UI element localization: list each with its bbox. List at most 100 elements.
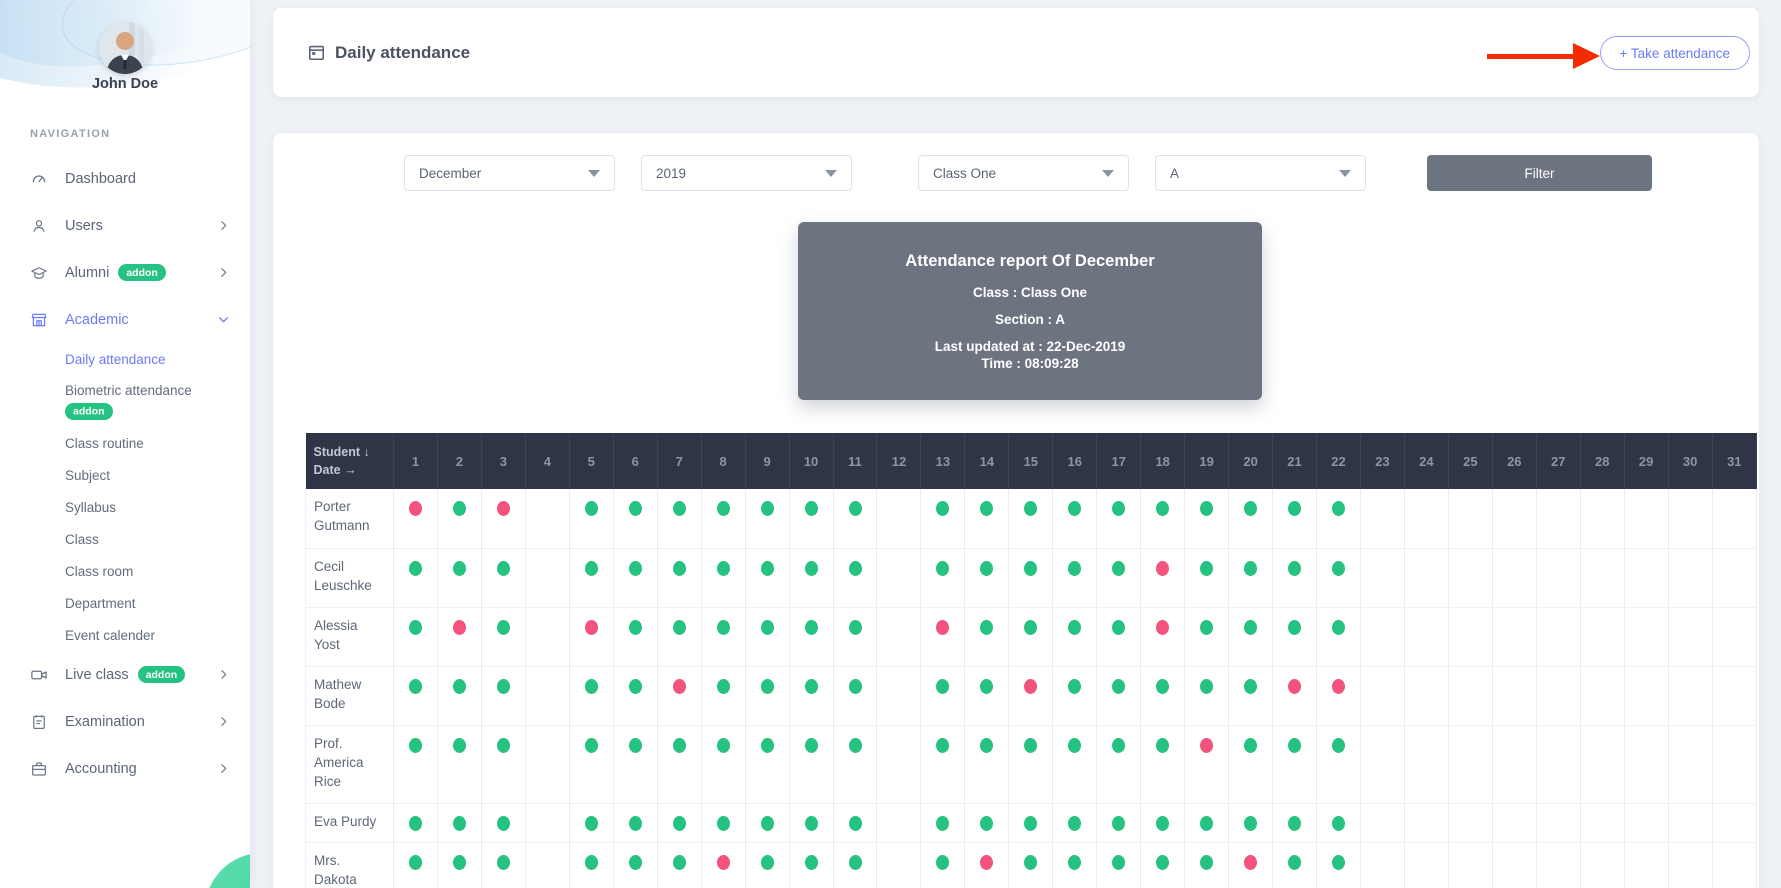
present-dot-icon (849, 855, 862, 870)
attendance-cell-day-12 (877, 607, 921, 666)
attendance-cell-day-6 (613, 548, 657, 607)
present-dot-icon (673, 738, 686, 753)
present-dot-icon (1200, 816, 1213, 831)
attendance-cell-day-8 (701, 842, 745, 888)
year-select-value: 2019 (656, 166, 686, 181)
attendance-cell-day-21 (1273, 489, 1317, 548)
attendance-cell-day-9 (745, 666, 789, 725)
sidebar-item-users[interactable]: Users (0, 202, 250, 249)
sidebar-subitem-class[interactable]: Class (0, 523, 250, 555)
present-dot-icon (980, 738, 993, 753)
attendance-cell-day-22 (1317, 489, 1361, 548)
attendance-cell-day-24 (1404, 607, 1448, 666)
sidebar-item-academic[interactable]: Academic (0, 296, 250, 343)
day-header-19: 19 (1185, 433, 1229, 489)
present-dot-icon (497, 738, 510, 753)
attendance-panel: December 2019 Class One A Filter Attenda… (273, 133, 1759, 888)
year-select[interactable]: 2019 (641, 155, 852, 191)
attendance-cell-day-4 (525, 842, 569, 888)
sidebar-subitem-department[interactable]: Department (0, 587, 250, 619)
attendance-cell-day-13 (921, 607, 965, 666)
section-select[interactable]: A (1155, 155, 1366, 191)
sidebar-item-examination[interactable]: Examination (0, 698, 250, 745)
present-dot-icon (409, 738, 422, 753)
absent-dot-icon (1244, 855, 1257, 870)
attendance-cell-day-13 (921, 489, 965, 548)
attendance-cell-day-26 (1492, 666, 1536, 725)
present-dot-icon (717, 501, 730, 516)
table-row: Porter Gutmann (306, 489, 1757, 548)
attendance-cell-day-31 (1712, 548, 1756, 607)
present-dot-icon (849, 679, 862, 694)
present-dot-icon (409, 855, 422, 870)
present-dot-icon (629, 738, 642, 753)
absent-dot-icon (717, 855, 730, 870)
floating-action-button[interactable] (205, 853, 250, 888)
present-dot-icon (453, 501, 466, 516)
present-dot-icon (585, 816, 598, 831)
day-header-6: 6 (613, 433, 657, 489)
attendance-cell-day-20 (1229, 842, 1273, 888)
avatar[interactable] (99, 22, 151, 74)
sidebar-item-alumni[interactable]: Alumniaddon (0, 249, 250, 296)
sidebar-subitem-class-routine[interactable]: Class routine (0, 427, 250, 459)
attendance-cell-day-27 (1536, 607, 1580, 666)
attendance-cell-day-14 (965, 607, 1009, 666)
student-name: Eva Purdy (306, 803, 394, 842)
class-select[interactable]: Class One (918, 155, 1129, 191)
present-dot-icon (761, 855, 774, 870)
present-dot-icon (585, 738, 598, 753)
sidebar-subitem-event-calender[interactable]: Event calender (0, 619, 250, 651)
sidebar-item-dashboard[interactable]: Dashboard (0, 155, 250, 202)
sidebar-subitem-syllabus[interactable]: Syllabus (0, 491, 250, 523)
attendance-cell-day-23 (1360, 842, 1404, 888)
live-class-icon (30, 666, 48, 684)
attendance-cell-day-30 (1668, 803, 1712, 842)
attendance-cell-day-8 (701, 666, 745, 725)
sidebar-subitem-class-room[interactable]: Class room (0, 555, 250, 587)
attendance-cell-day-2 (437, 548, 481, 607)
present-dot-icon (585, 855, 598, 870)
attendance-cell-day-6 (613, 489, 657, 548)
attendance-cell-day-7 (657, 489, 701, 548)
present-dot-icon (1068, 561, 1081, 576)
page-header: Daily attendance + Take attendance (273, 8, 1759, 97)
attendance-cell-day-2 (437, 607, 481, 666)
present-dot-icon (1024, 501, 1037, 516)
present-dot-icon (1156, 679, 1169, 694)
attendance-cell-day-12 (877, 666, 921, 725)
attendance-cell-day-13 (921, 842, 965, 888)
attendance-cell-day-5 (569, 803, 613, 842)
day-header-10: 10 (789, 433, 833, 489)
present-dot-icon (805, 816, 818, 831)
attendance-cell-day-31 (1712, 803, 1756, 842)
sidebar-subitem-subject[interactable]: Subject (0, 459, 250, 491)
attendance-cell-day-8 (701, 489, 745, 548)
attendance-cell-day-27 (1536, 842, 1580, 888)
attendance-cell-day-15 (1009, 725, 1053, 803)
attendance-cell-day-12 (877, 725, 921, 803)
filter-button[interactable]: Filter (1427, 155, 1652, 191)
addon-badge: addon (65, 403, 113, 420)
attendance-cell-day-15 (1009, 489, 1053, 548)
corner-student-label: Student ↓ (314, 443, 393, 461)
day-header-21: 21 (1273, 433, 1317, 489)
present-dot-icon (805, 501, 818, 516)
month-select[interactable]: December (404, 155, 615, 191)
present-dot-icon (1244, 679, 1257, 694)
corner-date-label: Date → (314, 461, 393, 479)
present-dot-icon (717, 816, 730, 831)
day-header-1: 1 (394, 433, 438, 489)
day-header-30: 30 (1668, 433, 1712, 489)
sidebar-subitem-biometric-attendance[interactable]: Biometric attendanceaddon (0, 375, 250, 427)
day-header-15: 15 (1009, 433, 1053, 489)
sidebar-item-accounting[interactable]: Accounting (0, 745, 250, 792)
sidebar-item-live-class[interactable]: Live classaddon (0, 651, 250, 698)
take-attendance-button[interactable]: + Take attendance (1600, 36, 1750, 70)
attendance-cell-day-29 (1624, 489, 1668, 548)
attendance-cell-day-10 (789, 666, 833, 725)
table-row: Cecil Leuschke (306, 548, 1757, 607)
attendance-cell-day-28 (1580, 842, 1624, 888)
sidebar-subitem-daily-attendance[interactable]: Daily attendance (0, 343, 250, 375)
student-name: Porter Gutmann (306, 489, 394, 548)
